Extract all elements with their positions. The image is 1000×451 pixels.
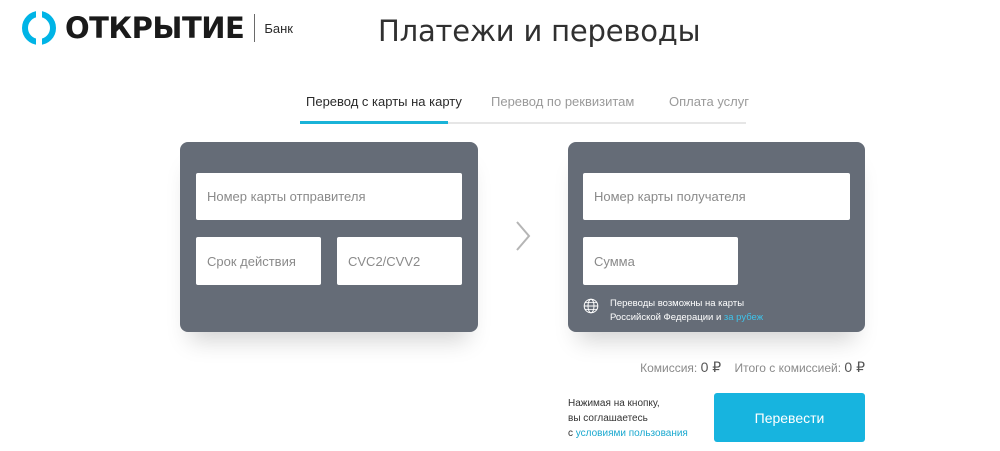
transfer-info-note: Переводы возможны на карты Российской Фе… — [610, 297, 763, 325]
fees-summary: Комиссия: 0 ₽ Итого с комиссией: 0 ₽ — [640, 359, 865, 376]
transfer-tabs: Перевод с карты на карту Перевод по рекв… — [300, 88, 749, 124]
info-line-1: Переводы возможны на карты — [610, 298, 745, 309]
receiver-card-number-input[interactable] — [583, 173, 850, 220]
brand-subtitle: Банк — [264, 20, 293, 36]
otkritie-logo-icon — [22, 11, 56, 45]
logo-divider — [254, 14, 256, 42]
receiver-card: Переводы возможны на карты Российской Фе… — [568, 142, 865, 332]
amount-input[interactable] — [583, 237, 738, 285]
expiry-date-input[interactable] — [196, 237, 321, 285]
page-title: Платежи и переводы — [378, 14, 701, 48]
sender-card — [180, 142, 478, 332]
total-label: Итого с комиссией: — [734, 361, 842, 375]
info-line-2: Российской Федерации и — [610, 312, 724, 323]
tab-card-to-card[interactable]: Перевод с карты на карту — [306, 94, 462, 109]
brand-name: ОТКРЫТИЕ — [65, 10, 245, 45]
tab-by-requisites[interactable]: Перевод по реквизитам — [491, 94, 634, 109]
agreement-line-1: Нажимая на кнопку, — [568, 398, 660, 409]
agreement-line-3: с — [568, 428, 576, 439]
agreement-line-2: вы соглашаетесь — [568, 413, 648, 424]
cvc-input[interactable] — [337, 237, 462, 285]
terms-of-use-link[interactable]: условиями пользования — [576, 428, 688, 439]
commission-value: 0 ₽ — [700, 359, 722, 375]
active-tab-indicator — [300, 121, 448, 124]
tab-pay-services[interactable]: Оплата услуг — [669, 94, 749, 109]
sender-card-number-input[interactable] — [196, 173, 462, 220]
commission-label: Комиссия: — [640, 361, 698, 375]
abroad-link[interactable]: за рубеж — [724, 312, 763, 323]
transfer-submit-button[interactable]: Перевести — [714, 393, 865, 442]
terms-agreement: Нажимая на кнопку, вы соглашаетесь с усл… — [568, 396, 688, 441]
brand-logo[interactable]: ОТКРЫТИЕ Банк — [22, 8, 293, 48]
globe-icon — [583, 298, 599, 314]
chevron-right-icon — [511, 218, 535, 254]
total-value: 0 ₽ — [844, 359, 865, 375]
